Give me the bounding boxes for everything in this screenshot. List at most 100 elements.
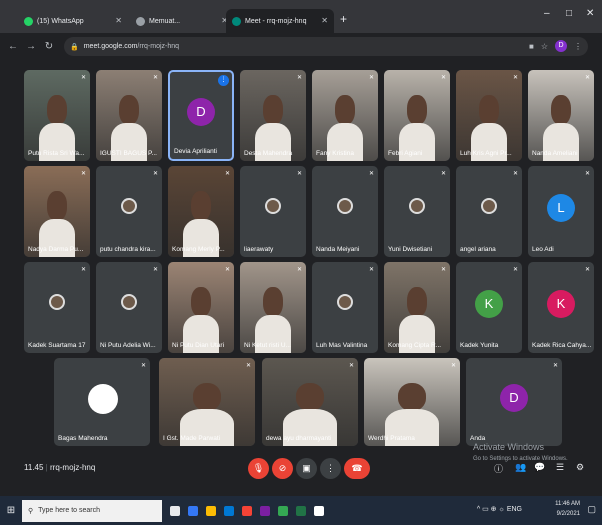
participant-tile[interactable]: ✕ IGUSTI BAGUS P... — [96, 70, 162, 161]
profile-avatar[interactable]: D — [555, 40, 567, 52]
participant-tile[interactable]: ✕ Febri Agiani — [384, 70, 450, 161]
whatsapp-icon — [24, 16, 33, 26]
file-explorer-icon[interactable] — [206, 505, 216, 516]
new-tab-button[interactable]: + — [340, 12, 347, 26]
more-options-button[interactable]: ⋮ — [320, 458, 341, 479]
mic-muted-icon: ✕ — [512, 75, 518, 81]
participant-name: Nanda Meiyani — [316, 246, 360, 253]
participant-tile[interactable]: ✕ Nanda Meiyani — [312, 166, 378, 257]
forward-icon[interactable]: → — [26, 41, 36, 52]
mic-off-button[interactable]: 🎙 — [248, 458, 269, 479]
camera-permission-icon[interactable]: ■ — [529, 42, 534, 51]
taskbar-search-input[interactable]: ⚲ Type here to search — [22, 499, 162, 522]
url-input[interactable]: 🔒 meet.google.com /rrq-mojz-hnq ■ ☆ D ⋮ — [64, 37, 588, 56]
camera-off-button[interactable]: ⊘ — [272, 458, 293, 479]
app-icon[interactable] — [260, 505, 270, 516]
notification-icon[interactable]: ▢ — [587, 504, 596, 515]
people-icon[interactable]: 👥 — [515, 462, 526, 473]
participant-name: Anda — [470, 435, 486, 442]
participant-tile[interactable]: ✕ putu chandra kira... — [96, 166, 162, 257]
chat-icon[interactable]: 💬 — [534, 462, 545, 473]
close-icon[interactable]: ✕ — [115, 16, 122, 25]
chrome-icon[interactable] — [278, 505, 288, 516]
participant-tile[interactable]: D ⋮ Devia Aprilianti — [168, 70, 234, 161]
clock[interactable]: 11:46 AM 9/2/2021 — [555, 499, 580, 519]
mic-muted-icon: ✕ — [152, 75, 158, 81]
participant-tile[interactable]: ✕ Fany Kristina — [312, 70, 378, 161]
participant-name: Kadek Rica Cahya... — [532, 342, 592, 349]
participant-name: Ni Ketut risti U... — [244, 342, 291, 349]
maximize-button[interactable]: □ — [566, 8, 572, 19]
participant-tile[interactable]: ✕ Ni Putu Dian Utari — [168, 262, 234, 353]
activities-icon[interactable]: ☰ — [556, 462, 564, 473]
participant-name: Desta Mahendra — [244, 150, 293, 157]
tab-meet[interactable]: Meet - rrq-mojz-hnq ✕ — [226, 9, 334, 33]
participant-name: Nadya Darma Pu... — [28, 246, 84, 253]
participant-tile[interactable]: K ✕ Kadek Yunita — [456, 262, 522, 353]
participant-figure — [263, 287, 283, 317]
participant-tile[interactable]: ✕ Kadek Suartama 17 — [24, 262, 90, 353]
participant-tile[interactable]: ✕ angel ariana — [456, 166, 522, 257]
activate-windows-title: Activate Windows — [473, 442, 545, 452]
participant-tile[interactable]: ✕ Nanda Ameliani — [528, 70, 594, 161]
participant-tile[interactable]: ✕ Bagas Mahendra — [54, 358, 150, 446]
paint-icon[interactable] — [314, 505, 324, 516]
participant-name: putu chandra kira... — [100, 246, 156, 253]
participant-video — [159, 358, 255, 446]
participant-avatar: L — [547, 193, 575, 222]
edge-icon[interactable] — [188, 505, 198, 516]
close-icon[interactable]: ✕ — [321, 16, 328, 25]
participant-photo — [121, 197, 137, 214]
participant-name: Devia Aprilianti — [174, 148, 217, 155]
windows-start-icon[interactable]: ⊞ — [0, 505, 22, 516]
participant-tile[interactable]: ✕ liaerawaty — [240, 166, 306, 257]
store-icon[interactable] — [224, 505, 234, 516]
windows-taskbar: ⊞ ⚲ Type here to search ^ ▭ ⊕ ☼ ENG 11:4… — [0, 496, 602, 525]
participant-tile[interactable]: L ✕ Leo Adi — [528, 166, 594, 257]
participant-name: Ni Putu Adelia Wi... — [100, 342, 156, 349]
participant-tile[interactable]: ✕ dewa ayu dharmayanti — [262, 358, 358, 446]
mic-muted-icon: ✕ — [80, 267, 86, 273]
mic-muted-icon: ✕ — [152, 171, 158, 177]
tab-whatsapp[interactable]: (15) WhatsApp ✕ — [18, 9, 128, 33]
back-icon[interactable]: ← — [8, 41, 18, 52]
participant-figure — [263, 95, 283, 125]
participant-tile[interactable]: ✕ Werdhi Pratama — [364, 358, 460, 446]
excel-icon[interactable] — [296, 505, 306, 516]
participant-video — [24, 70, 90, 161]
tab-label: Meet - rrq-mojz-hnq — [245, 17, 307, 25]
participant-tile[interactable]: ✕ Desta Mahendra — [240, 70, 306, 161]
leave-call-button[interactable]: ☎ — [344, 458, 370, 479]
mic-muted-icon: ✕ — [584, 267, 590, 273]
participant-tile[interactable]: K ✕ Kadek Rica Cahya... — [528, 262, 594, 353]
participant-avatar: K — [475, 289, 503, 318]
meeting-details-icon[interactable]: ⓘ — [494, 462, 503, 475]
participant-tile[interactable]: ✕ Ni Putu Adelia Wi... — [96, 262, 162, 353]
participant-figure — [47, 95, 67, 125]
participant-tile[interactable]: ✕ Komang Merly P... — [168, 166, 234, 257]
participant-name: Yuni Dwisetiani — [388, 246, 433, 253]
close-window-button[interactable]: ✕ — [586, 8, 594, 19]
participant-tile[interactable]: ✕ Komang Cipta R... — [384, 262, 450, 353]
minimize-button[interactable]: – — [544, 8, 550, 19]
participant-tile[interactable]: D ✕ Anda — [466, 358, 562, 446]
menu-icon[interactable]: ⋮ — [574, 42, 582, 51]
participant-tile[interactable]: ✕ Luh Mas Valintina — [312, 262, 378, 353]
participant-tile[interactable]: ✕ I Gst. Made Parwati — [159, 358, 255, 446]
star-icon[interactable]: ☆ — [541, 42, 548, 51]
mic-muted-icon: ✕ — [80, 171, 86, 177]
participant-tile[interactable]: ✕ Yuni Dwisetiani — [384, 166, 450, 257]
participant-name: Nanda Ameliani — [532, 150, 578, 157]
present-button[interactable]: ▣ — [296, 458, 317, 479]
reload-icon[interactable]: ↻ — [44, 41, 54, 52]
task-view-icon[interactable] — [170, 505, 180, 516]
tab-loading[interactable]: Memuat... ✕ — [130, 9, 234, 33]
office-icon[interactable] — [242, 505, 252, 516]
participant-tile[interactable]: ✕ Luh Kris Agni Pr... — [456, 70, 522, 161]
system-tray-icons[interactable]: ^ ▭ ⊕ ☼ ENG — [477, 505, 522, 513]
omnibox-actions: ■ ☆ D ⋮ — [529, 40, 582, 52]
participant-tile[interactable]: ✕ Putu Rista Sri Wa... — [24, 70, 90, 161]
host-controls-icon[interactable]: ⚙ — [576, 462, 584, 473]
participant-tile[interactable]: ✕ Ni Ketut risti U... — [240, 262, 306, 353]
participant-tile[interactable]: ✕ Nadya Darma Pu... — [24, 166, 90, 257]
